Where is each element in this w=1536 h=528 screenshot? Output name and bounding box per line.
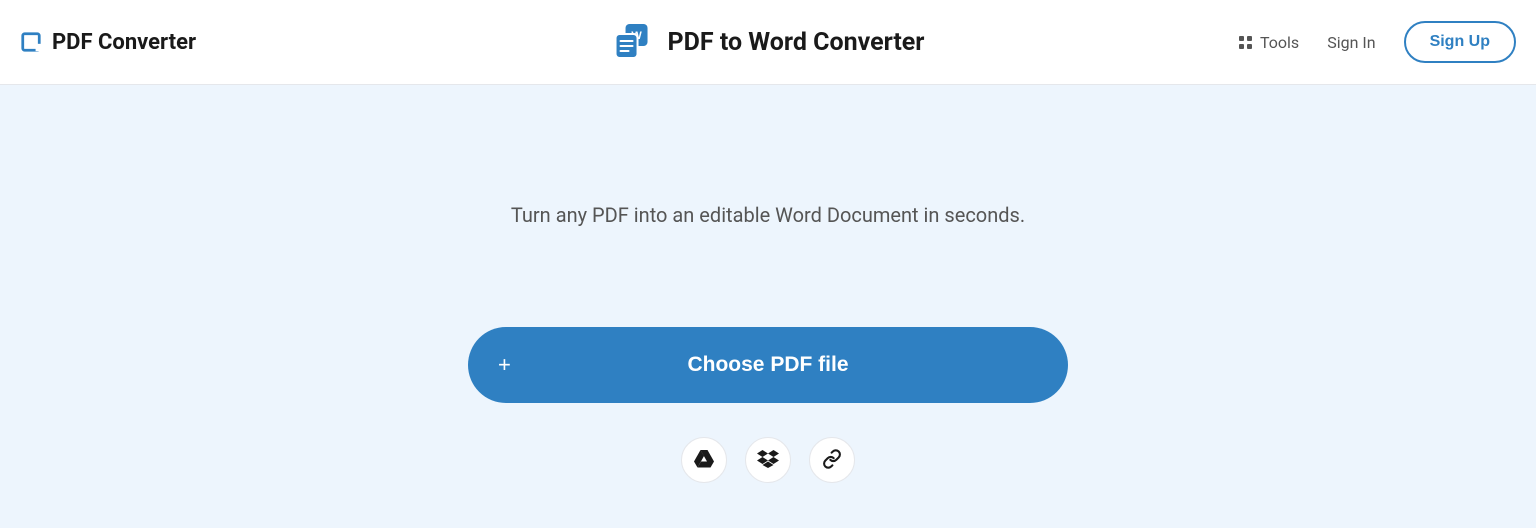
brand[interactable]: PDF Converter	[20, 30, 196, 55]
google-drive-icon	[694, 450, 714, 471]
link-icon	[822, 449, 842, 472]
header-actions: Tools Sign In Sign Up	[1239, 21, 1516, 63]
tools-label: Tools	[1260, 33, 1299, 52]
tools-menu[interactable]: Tools	[1239, 33, 1299, 52]
google-drive-button[interactable]	[681, 437, 727, 483]
choose-file-label: Choose PDF file	[687, 353, 848, 377]
brand-name: PDF Converter	[52, 30, 196, 55]
plus-icon: +	[498, 352, 511, 378]
choose-file-button[interactable]: + Choose PDF file	[468, 327, 1068, 403]
pdf-to-word-icon: W	[612, 22, 652, 62]
signin-link[interactable]: Sign In	[1327, 33, 1375, 52]
hero-section: Turn any PDF into an editable Word Docum…	[0, 85, 1536, 528]
app-header: PDF Converter W PDF to Word Converter To…	[0, 0, 1536, 85]
brand-logo-icon	[20, 31, 42, 53]
url-link-button[interactable]	[809, 437, 855, 483]
signup-button[interactable]: Sign Up	[1404, 21, 1516, 63]
dropbox-button[interactable]	[745, 437, 791, 483]
apps-grid-icon	[1239, 36, 1252, 49]
dropbox-icon	[757, 450, 779, 471]
upload-sources	[681, 437, 855, 483]
hero-subtitle: Turn any PDF into an editable Word Docum…	[511, 203, 1025, 227]
page-title-container: W PDF to Word Converter	[612, 22, 925, 62]
page-title: PDF to Word Converter	[668, 28, 925, 57]
